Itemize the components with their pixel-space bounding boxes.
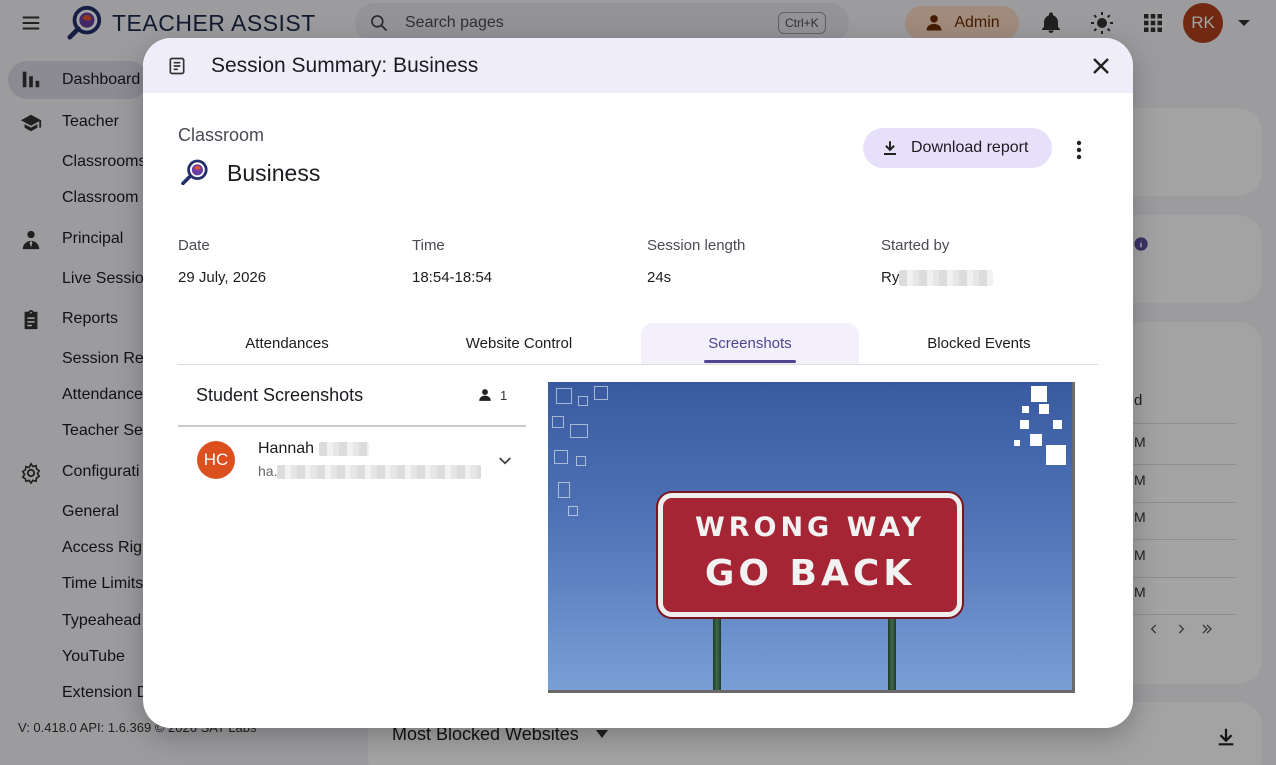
student-email-prefix: ha. bbox=[258, 463, 278, 479]
chevron-down-icon[interactable] bbox=[496, 452, 514, 470]
student-email: ha. bbox=[258, 463, 482, 480]
student-first-name: Hannah bbox=[258, 440, 315, 457]
decorative-square bbox=[552, 416, 564, 428]
student-screenshots-title: Student Screenshots bbox=[196, 385, 364, 405]
decorative-square bbox=[576, 456, 586, 466]
date-value: 29 July, 2026 bbox=[178, 269, 267, 286]
dialog-header: Session Summary: Business bbox=[143, 38, 1133, 93]
started-by-label: Started by bbox=[881, 237, 950, 254]
session-length-value: 24s bbox=[647, 269, 672, 286]
redacted-text bbox=[318, 441, 369, 456]
close-icon[interactable] bbox=[1089, 54, 1113, 78]
student-count: 1 bbox=[500, 388, 508, 403]
classroom-logo-icon bbox=[181, 159, 208, 186]
sign-pole bbox=[888, 619, 896, 690]
date-label: Date bbox=[178, 237, 210, 254]
decorative-square bbox=[578, 396, 588, 406]
student-screenshot-image[interactable]: WRONG WAY GO BACK bbox=[548, 382, 1075, 693]
decorative-square bbox=[1022, 406, 1029, 413]
download-report-button[interactable]: Download report bbox=[863, 128, 1052, 168]
redacted-text bbox=[899, 270, 994, 287]
decorative-square bbox=[568, 506, 578, 516]
summary-icon bbox=[169, 57, 185, 75]
download-report-label: Download report bbox=[911, 139, 1029, 156]
tab-blocked-events[interactable]: Blocked Events bbox=[869, 323, 1089, 364]
decorative-square bbox=[1020, 420, 1029, 429]
started-by-name: Ry bbox=[881, 269, 900, 286]
dialog-title: Session Summary: Business bbox=[211, 54, 479, 77]
decorative-square bbox=[1031, 386, 1047, 402]
started-by-value: Ry bbox=[881, 269, 994, 287]
wrong-way-sign: WRONG WAY GO BACK bbox=[658, 493, 962, 617]
student-name[interactable]: Hannah bbox=[258, 440, 369, 458]
student-list-header: Student Screenshots 1 bbox=[178, 367, 526, 427]
sign-pole bbox=[713, 619, 721, 690]
active-tab-indicator bbox=[704, 360, 796, 363]
tab-attendances[interactable]: Attendances bbox=[178, 323, 396, 364]
decorative-square bbox=[558, 482, 570, 498]
session-summary-dialog: Session Summary: Business Classroom Busi… bbox=[143, 38, 1133, 728]
person-icon bbox=[479, 389, 491, 401]
decorative-square bbox=[594, 386, 608, 400]
decorative-square bbox=[1030, 434, 1042, 446]
sign-text-line2: GO BACK bbox=[704, 553, 916, 594]
decorative-square bbox=[1014, 440, 1020, 446]
decorative-square bbox=[556, 388, 572, 404]
download-icon bbox=[884, 141, 896, 155]
sign-text-line1: WRONG WAY bbox=[694, 512, 926, 543]
time-label: Time bbox=[412, 237, 445, 254]
decorative-square bbox=[570, 424, 588, 438]
redacted-text bbox=[277, 465, 482, 480]
session-length-label: Session length bbox=[647, 237, 746, 254]
time-value: 18:54-18:54 bbox=[412, 269, 493, 286]
more-vert-icon[interactable] bbox=[1069, 138, 1089, 162]
decorative-square bbox=[1039, 404, 1049, 414]
avatar: HC bbox=[197, 441, 235, 479]
tab-website-control[interactable]: Website Control bbox=[409, 323, 629, 364]
decorative-square bbox=[1046, 445, 1066, 465]
tab-bar: Attendances Website Control Screenshots … bbox=[178, 323, 1098, 365]
tab-screenshots[interactable]: Screenshots bbox=[641, 323, 859, 364]
decorative-square bbox=[554, 450, 568, 464]
decorative-square bbox=[1053, 420, 1062, 429]
classroom-label: Classroom bbox=[178, 125, 265, 145]
classroom-name: Business bbox=[227, 160, 321, 186]
